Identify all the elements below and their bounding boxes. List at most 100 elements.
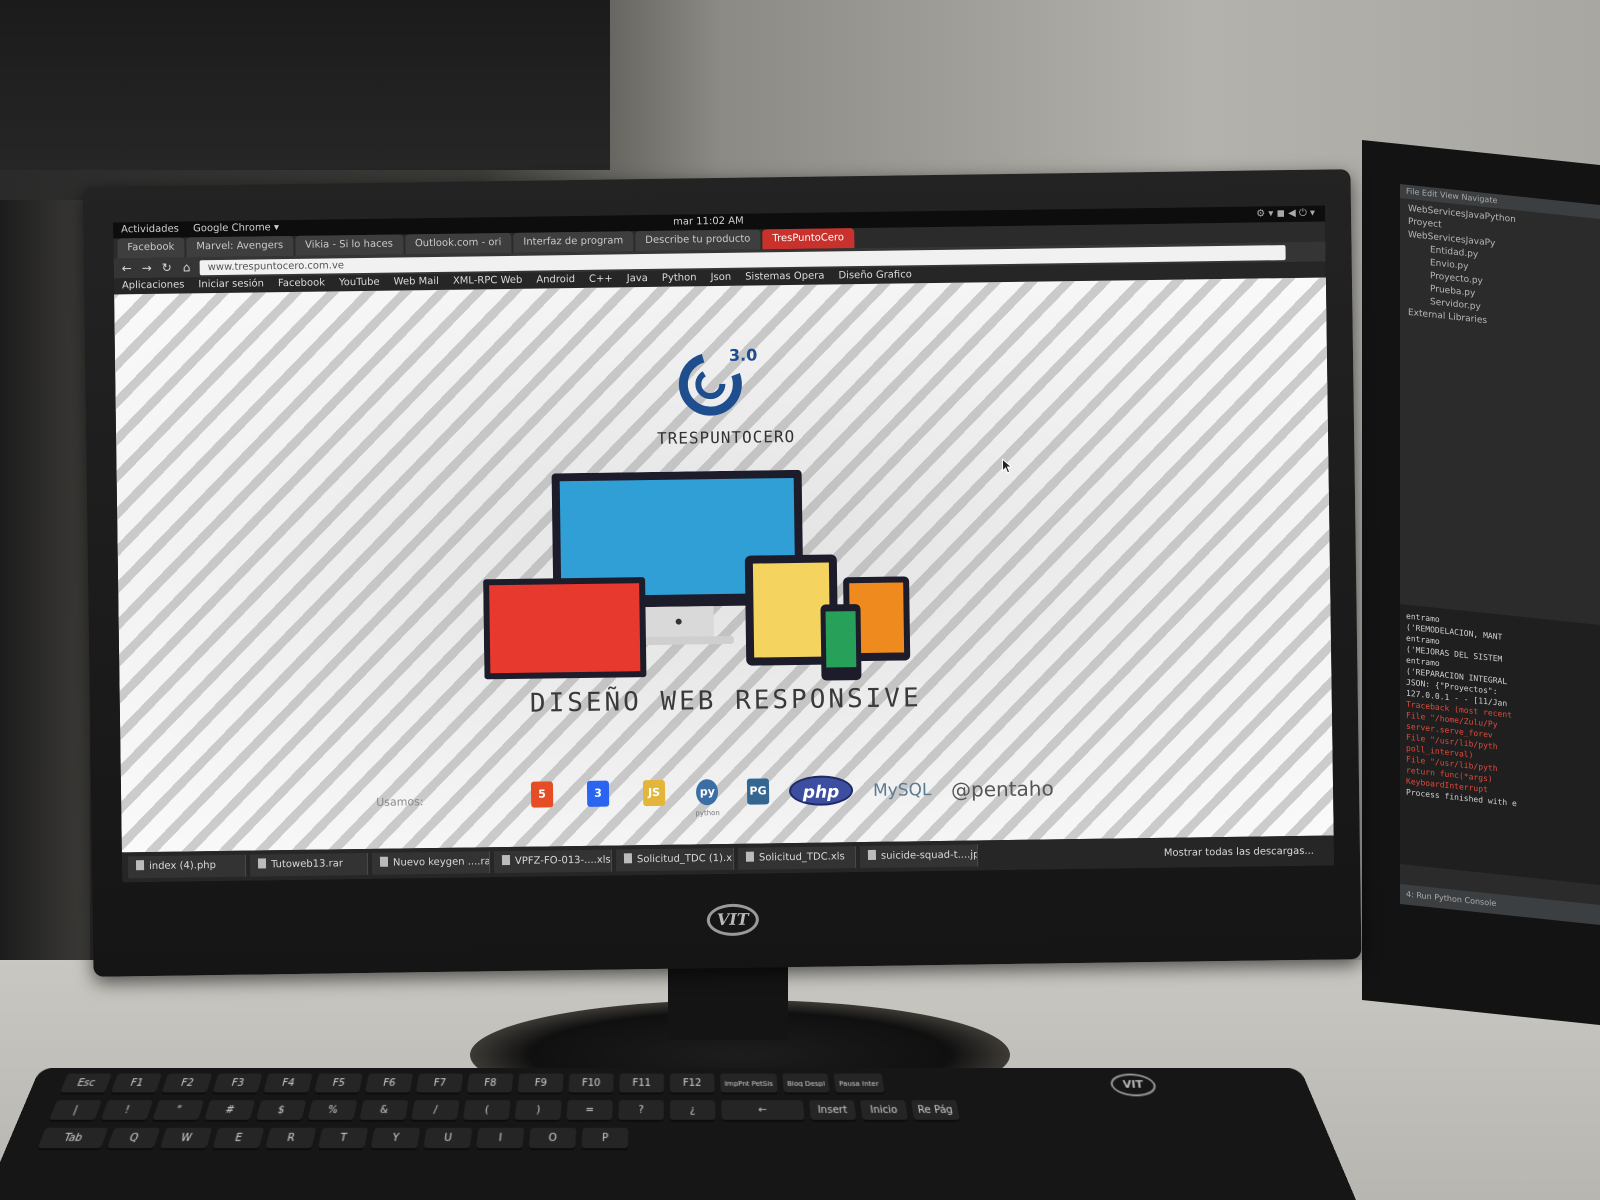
key[interactable]: Insert bbox=[808, 1100, 857, 1122]
key[interactable]: & bbox=[359, 1100, 409, 1122]
key[interactable]: Bloq Despl bbox=[782, 1073, 831, 1095]
key[interactable]: Inicio bbox=[860, 1100, 909, 1122]
key[interactable]: F1 bbox=[110, 1073, 163, 1095]
backspace-key[interactable]: ← bbox=[721, 1100, 805, 1122]
file-icon bbox=[623, 853, 633, 864]
bookmark-item[interactable]: Json bbox=[710, 270, 731, 286]
key[interactable]: F3 bbox=[211, 1073, 263, 1095]
key[interactable]: Re Pág bbox=[911, 1100, 961, 1122]
html5-glyph: 5 bbox=[530, 781, 554, 808]
key[interactable]: F10 bbox=[568, 1073, 614, 1095]
back-icon[interactable]: ← bbox=[120, 261, 134, 275]
forward-icon[interactable]: → bbox=[140, 261, 154, 275]
clock[interactable]: mar 11:02 AM bbox=[673, 214, 744, 231]
key[interactable]: F2 bbox=[161, 1073, 213, 1095]
download-item[interactable]: suicide-squad-t....jpg bbox=[859, 844, 979, 869]
key[interactable]: ? bbox=[618, 1100, 664, 1122]
key[interactable]: T bbox=[317, 1127, 369, 1151]
download-item[interactable]: Solicitud_TDC (1).xls bbox=[615, 847, 735, 872]
key[interactable]: Q bbox=[106, 1127, 161, 1151]
key[interactable]: F6 bbox=[364, 1073, 414, 1095]
download-item[interactable]: Nuevo keygen ....rar bbox=[371, 851, 491, 875]
bookmark-item[interactable]: Sistemas Opera bbox=[745, 269, 824, 286]
key[interactable]: $ bbox=[255, 1100, 307, 1122]
bookmark-item[interactable]: YouTube bbox=[339, 275, 380, 292]
css3-logo-icon: 3 bbox=[586, 780, 610, 807]
home-icon[interactable]: ⌂ bbox=[180, 260, 194, 274]
app-menu[interactable]: Google Chrome ▾ bbox=[193, 220, 279, 237]
logo-wordmark: TRESPUNTOCERO bbox=[656, 426, 796, 448]
php-logo-icon: php bbox=[788, 775, 854, 807]
bookmark-item[interactable]: XML-RPC Web bbox=[453, 273, 523, 290]
bookmark-item[interactable]: C++ bbox=[589, 271, 613, 287]
key[interactable]: F9 bbox=[517, 1073, 564, 1095]
browser-tab-active[interactable]: TresPuntoCero bbox=[762, 228, 855, 250]
bookmark-item[interactable]: Java bbox=[627, 271, 648, 287]
key[interactable]: I bbox=[475, 1127, 525, 1151]
ide-project-tree: WebServicesJavaPython Proyect WebService… bbox=[1400, 198, 1600, 344]
key[interactable]: F5 bbox=[313, 1073, 363, 1095]
bookmark-item[interactable]: Aplicaciones bbox=[122, 277, 185, 294]
file-icon bbox=[257, 858, 267, 869]
javascript-logo-icon: JS bbox=[642, 779, 666, 807]
key[interactable]: " bbox=[151, 1100, 205, 1122]
activities-button[interactable]: Actividades bbox=[121, 222, 179, 239]
secondary-monitor: File Edit View Navigate WebServicesJavaP… bbox=[1362, 140, 1600, 1026]
key[interactable]: R bbox=[264, 1127, 317, 1151]
bookmark-item[interactable]: Python bbox=[662, 270, 697, 286]
technologies-row: Usamos: 5 3 JS py python PG php MySQL @pe… bbox=[121, 762, 1334, 829]
key[interactable]: = bbox=[566, 1100, 613, 1122]
browser-tab[interactable]: Facebook bbox=[117, 237, 185, 259]
browser-tab[interactable]: Describe tu producto bbox=[635, 229, 761, 252]
bookmark-item[interactable]: Facebook bbox=[278, 276, 325, 293]
reload-icon[interactable]: ↻ bbox=[160, 261, 174, 275]
mouse-pointer-icon bbox=[1001, 457, 1013, 474]
show-all-downloads-link[interactable]: Mostrar todas las descargas... bbox=[1164, 845, 1314, 858]
postgresql-logo-icon: PG bbox=[746, 778, 770, 805]
download-item[interactable]: Solicitud_TDC.xls bbox=[737, 846, 857, 870]
key[interactable]: F8 bbox=[466, 1073, 514, 1095]
download-filename: Nuevo keygen ....rar bbox=[392, 856, 491, 869]
key[interactable]: P bbox=[581, 1127, 629, 1151]
key[interactable]: F11 bbox=[619, 1073, 664, 1095]
key[interactable]: | bbox=[48, 1100, 102, 1122]
ide-tool-window-bar[interactable]: 4: Run Python Console bbox=[1400, 883, 1600, 926]
browser-tab[interactable]: Vikia - Si lo haces bbox=[295, 234, 404, 256]
key[interactable]: ¿ bbox=[670, 1100, 716, 1122]
keyboard-letter-row: Tab Q W E R T Y U I O P bbox=[5, 1122, 1335, 1151]
bookmark-item[interactable]: Iniciar sesión bbox=[198, 276, 264, 293]
bookmark-item[interactable]: Diseño Grafico bbox=[838, 267, 912, 284]
key[interactable]: / bbox=[410, 1100, 460, 1122]
main-monitor: Actividades Google Chrome ▾ mar 11:02 AM… bbox=[82, 169, 1362, 977]
usamos-label: Usamos: bbox=[376, 795, 424, 809]
browser-tab[interactable]: Outlook.com - ori bbox=[404, 232, 512, 255]
bookmark-item[interactable]: Web Mail bbox=[394, 274, 440, 291]
browser-tab[interactable]: Marvel: Avengers bbox=[186, 235, 294, 258]
bookmark-item[interactable]: Android bbox=[536, 272, 575, 289]
download-item[interactable]: index (4).php bbox=[127, 854, 247, 879]
key[interactable]: F12 bbox=[670, 1073, 715, 1095]
key[interactable]: ImpPnt PetSis bbox=[720, 1073, 778, 1095]
key[interactable]: # bbox=[203, 1100, 256, 1122]
key[interactable]: % bbox=[307, 1100, 358, 1122]
system-tray[interactable]: ⚙ ▾ ◼ ◀ ⏻ ▾ bbox=[1256, 206, 1315, 223]
key[interactable]: O bbox=[528, 1127, 577, 1151]
key[interactable]: U bbox=[423, 1127, 473, 1151]
key[interactable]: Y bbox=[370, 1127, 421, 1151]
key[interactable]: Pausa Inter bbox=[833, 1073, 885, 1095]
responsive-devices-illustration bbox=[483, 469, 911, 681]
site-logo[interactable]: 3.0 TRESPUNTOCERO bbox=[655, 345, 797, 467]
key[interactable]: F7 bbox=[415, 1073, 464, 1095]
download-item[interactable]: VPFZ-FO-013-....xls bbox=[493, 849, 613, 874]
browser-tab[interactable]: Interfaz de program bbox=[513, 231, 634, 253]
key[interactable]: Esc bbox=[59, 1073, 112, 1095]
monitor-stand-neck bbox=[668, 960, 788, 1040]
download-item[interactable]: Tutoweb13.rar bbox=[249, 852, 369, 877]
key[interactable]: ( bbox=[462, 1100, 511, 1122]
key[interactable]: W bbox=[159, 1127, 213, 1151]
key[interactable]: F4 bbox=[262, 1073, 313, 1095]
key[interactable]: ) bbox=[514, 1100, 562, 1122]
key[interactable]: E bbox=[211, 1127, 265, 1151]
key[interactable]: ! bbox=[100, 1100, 154, 1122]
tab-key[interactable]: Tab bbox=[36, 1127, 109, 1151]
